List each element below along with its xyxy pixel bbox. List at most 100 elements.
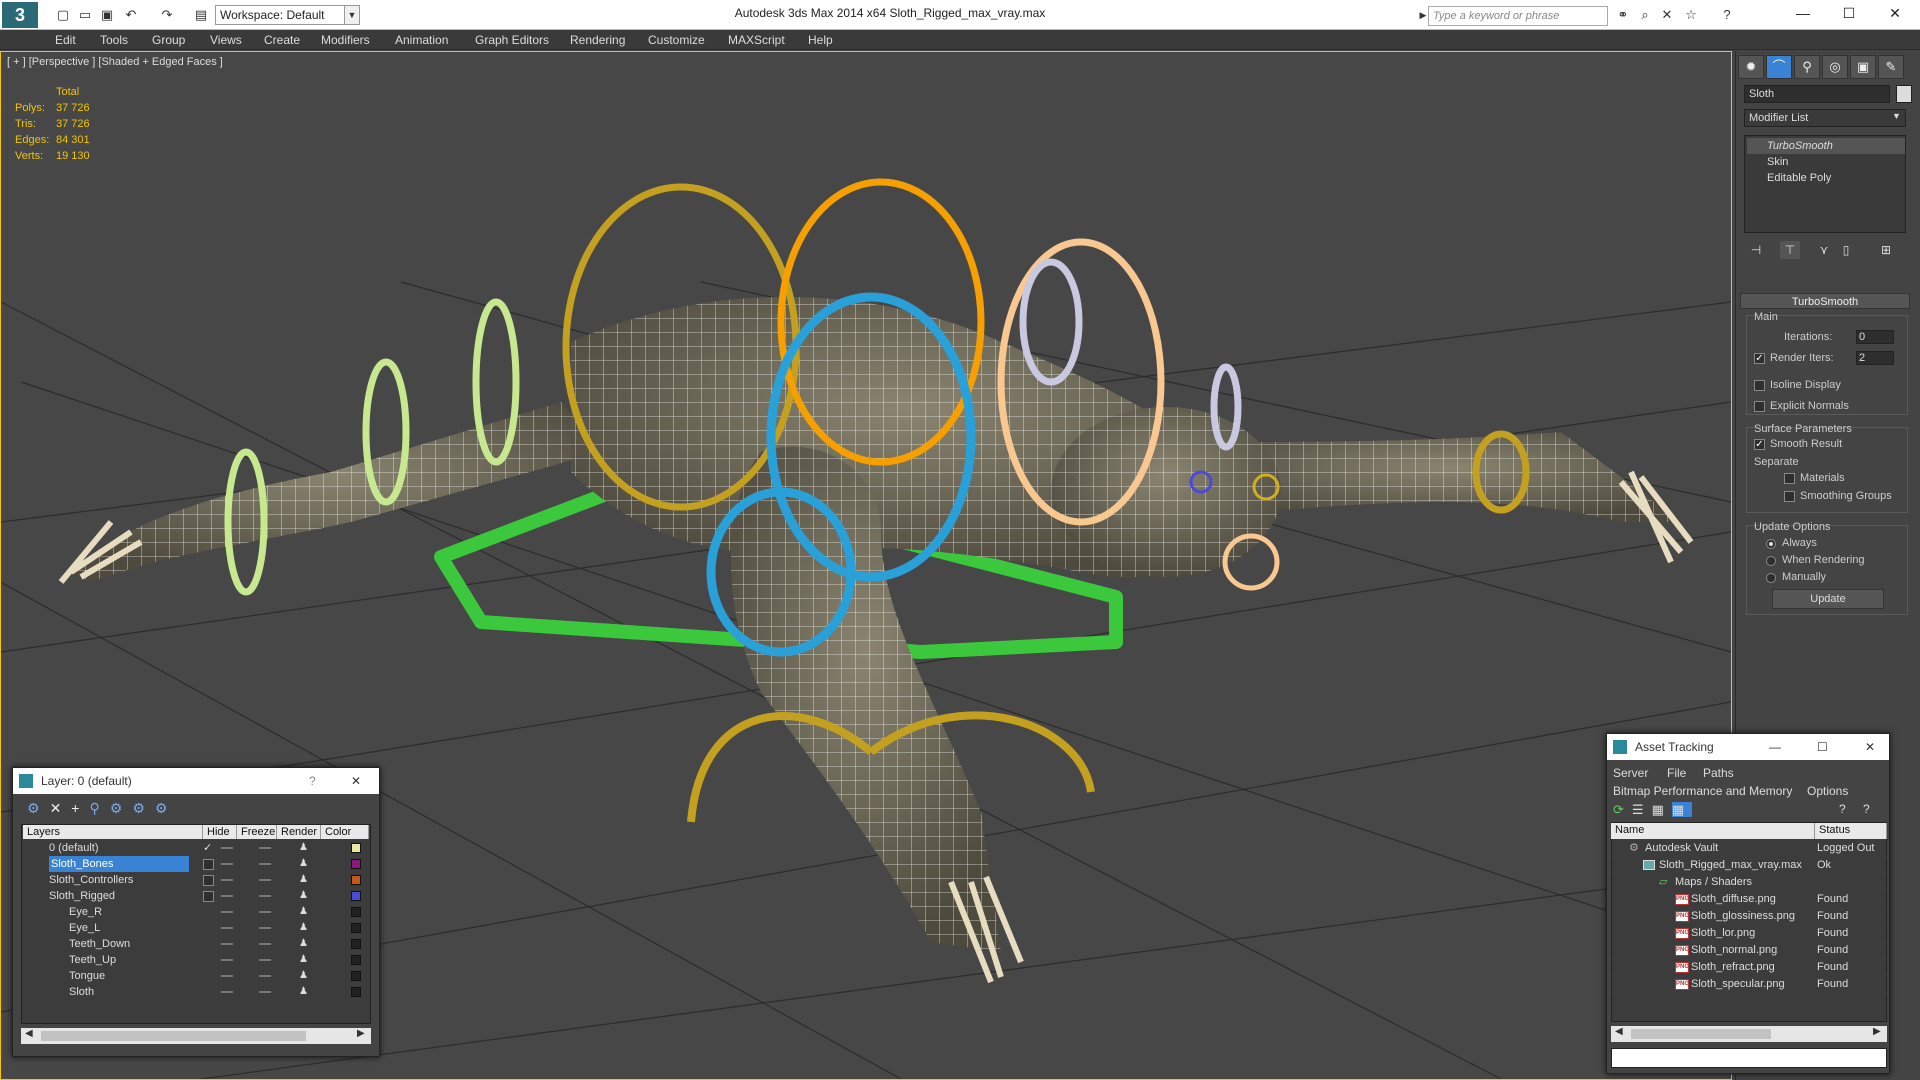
asset-name[interactable]: Sloth_specular.png — [1691, 976, 1785, 993]
table-row[interactable]: ⚙ Autodesk Vault Logged Out — [1611, 840, 1887, 857]
freeze-toggle[interactable] — [259, 975, 271, 977]
asset-name[interactable]: Autodesk Vault — [1645, 840, 1718, 857]
layer-name[interactable]: Sloth_Bones — [49, 856, 189, 872]
layer-row[interactable]: Tongue ♟ — [23, 968, 369, 984]
render-teapot-icon[interactable]: ♟ — [299, 888, 308, 904]
hide-toggle[interactable] — [221, 895, 233, 897]
hierarchy-tab-icon[interactable]: ⚲ — [1794, 55, 1820, 79]
horizontal-scrollbar[interactable]: ◀ ▶ — [1611, 1026, 1887, 1042]
smoothing-groups-checkbox[interactable] — [1784, 491, 1795, 502]
render-teapot-icon[interactable]: ♟ — [299, 872, 308, 888]
menu-rendering[interactable]: Rendering — [570, 30, 625, 50]
always-radio[interactable] — [1766, 539, 1776, 549]
table-row[interactable]: PNG Sloth_diffuse.png Found — [1611, 891, 1887, 908]
render-teapot-icon[interactable]: ♟ — [299, 856, 308, 872]
freeze-toggle[interactable] — [259, 863, 271, 865]
col-name[interactable]: Name — [1611, 823, 1815, 839]
menu-animation[interactable]: Animation — [395, 30, 448, 50]
hide-toggle[interactable] — [221, 991, 233, 993]
help-tips-icon[interactable]: ? — [1863, 802, 1870, 816]
table-row[interactable]: PNG Sloth_normal.png Found — [1611, 942, 1887, 959]
menu-edit[interactable]: Edit — [55, 30, 76, 50]
menu-tools[interactable]: Tools — [100, 30, 128, 50]
col-freeze[interactable]: Freeze — [237, 825, 277, 839]
scroll-left-icon[interactable]: ◀ — [1615, 1026, 1623, 1037]
asset-name[interactable]: Sloth_normal.png — [1691, 942, 1777, 959]
object-color-swatch[interactable] — [351, 939, 361, 949]
asset-name[interactable]: Maps / Shaders — [1675, 874, 1752, 891]
menu-modifiers[interactable]: Modifiers — [321, 30, 370, 50]
table-row[interactable]: PNG Sloth_glossiness.png Found — [1611, 908, 1887, 925]
menu-bitmap-performance[interactable]: Bitmap Performance and Memory — [1613, 784, 1792, 798]
layer-row[interactable]: Sloth_Controllers ♟ — [23, 872, 369, 888]
hide-toggle[interactable] — [221, 863, 233, 865]
menu-create[interactable]: Create — [264, 30, 300, 50]
col-color[interactable]: Color — [321, 825, 369, 839]
close-button[interactable]: ✕ — [1872, 0, 1918, 26]
col-layers[interactable]: Layers — [23, 825, 203, 839]
object-name[interactable]: Tongue — [69, 968, 105, 984]
object-color-swatch[interactable] — [351, 907, 361, 917]
app-logo-icon[interactable]: 3 — [2, 2, 38, 28]
layer-row[interactable]: Teeth_Down ♟ — [23, 936, 369, 952]
menu-group[interactable]: Group — [152, 30, 185, 50]
workspace-select[interactable]: Workspace: Default — [215, 5, 360, 25]
layer-name[interactable]: 0 (default) — [49, 840, 99, 856]
active-layer-checkbox[interactable] — [203, 859, 214, 870]
hide-toggle[interactable] — [221, 847, 233, 849]
turbosmooth-rollout-title[interactable]: TurboSmooth — [1740, 293, 1910, 309]
asset-name[interactable]: Sloth_refract.png — [1691, 959, 1775, 976]
render-teapot-icon[interactable]: ♟ — [299, 840, 308, 856]
layer-row[interactable]: Eye_L ♟ — [23, 920, 369, 936]
layer-window-titlebar[interactable]: Layer: 0 (default) ? ✕ — [13, 768, 379, 794]
object-name[interactable]: Teeth_Up — [69, 952, 116, 968]
manually-radio[interactable] — [1766, 573, 1776, 583]
maximize-button[interactable]: ☐ — [1826, 0, 1872, 26]
tools-icon[interactable]: ✕ — [1658, 6, 1676, 24]
make-unique-icon[interactable]: ⋎ — [1814, 241, 1834, 259]
pin-stack-icon[interactable]: ⊣ — [1746, 241, 1766, 259]
freeze-toggle[interactable] — [259, 895, 271, 897]
asset-name[interactable]: Sloth_Rigged_max_vray.max — [1659, 857, 1802, 874]
close-button[interactable]: ✕ — [1865, 734, 1875, 760]
menu-options[interactable]: Options — [1807, 784, 1848, 798]
stack-item-skin[interactable]: Skin — [1747, 154, 1905, 170]
freeze-toggle[interactable] — [259, 943, 271, 945]
menu-server[interactable]: Server — [1613, 766, 1648, 780]
asset-name[interactable]: Sloth_lor.png — [1691, 925, 1755, 942]
hide-toggle[interactable] — [221, 959, 233, 961]
object-name[interactable]: Sloth — [69, 984, 94, 1000]
object-color-swatch[interactable] — [351, 923, 361, 933]
stack-item-editable-poly[interactable]: Editable Poly — [1747, 170, 1905, 186]
add-to-layer-icon[interactable]: + — [71, 800, 89, 816]
layer-row[interactable]: 0 (default) ✓ ♟ — [23, 840, 369, 856]
minimize-button[interactable]: — — [1769, 734, 1781, 760]
help-icon[interactable]: ? — [1839, 802, 1846, 816]
hide-toggle[interactable] — [221, 879, 233, 881]
object-color-swatch[interactable] — [1896, 85, 1912, 103]
layer-color-swatch[interactable] — [351, 891, 361, 901]
render-teapot-icon[interactable]: ♟ — [299, 984, 308, 1000]
col-render[interactable]: Render — [277, 825, 321, 839]
object-color-swatch[interactable] — [351, 987, 361, 997]
undo-icon[interactable]: ↶ — [122, 6, 140, 24]
close-icon[interactable]: ✕ — [351, 768, 361, 794]
isoline-display-checkbox[interactable] — [1754, 380, 1765, 391]
project-folder-icon[interactable]: ▤ — [192, 6, 210, 24]
active-layer-checkbox[interactable] — [203, 891, 214, 902]
render-teapot-icon[interactable]: ♟ — [299, 904, 308, 920]
help-icon[interactable]: ? — [309, 768, 316, 794]
save-file-icon[interactable]: ▣ — [98, 6, 116, 24]
create-layer-icon[interactable]: ⚙ — [27, 800, 50, 816]
active-layer-check-icon[interactable]: ✓ — [203, 840, 212, 856]
hide-all-icon[interactable]: ⚙ — [132, 800, 155, 816]
object-name-field[interactable]: Sloth — [1744, 85, 1890, 103]
menu-file[interactable]: File — [1667, 766, 1686, 780]
layer-color-swatch[interactable] — [351, 875, 361, 885]
table-row[interactable]: PNG Sloth_lor.png Found — [1611, 925, 1887, 942]
table-row[interactable]: PNG Sloth_refract.png Found — [1611, 959, 1887, 976]
freeze-toggle[interactable] — [259, 879, 271, 881]
materials-checkbox[interactable] — [1784, 473, 1795, 484]
col-status[interactable]: Status — [1815, 823, 1887, 839]
explicit-normals-checkbox[interactable] — [1754, 401, 1765, 412]
